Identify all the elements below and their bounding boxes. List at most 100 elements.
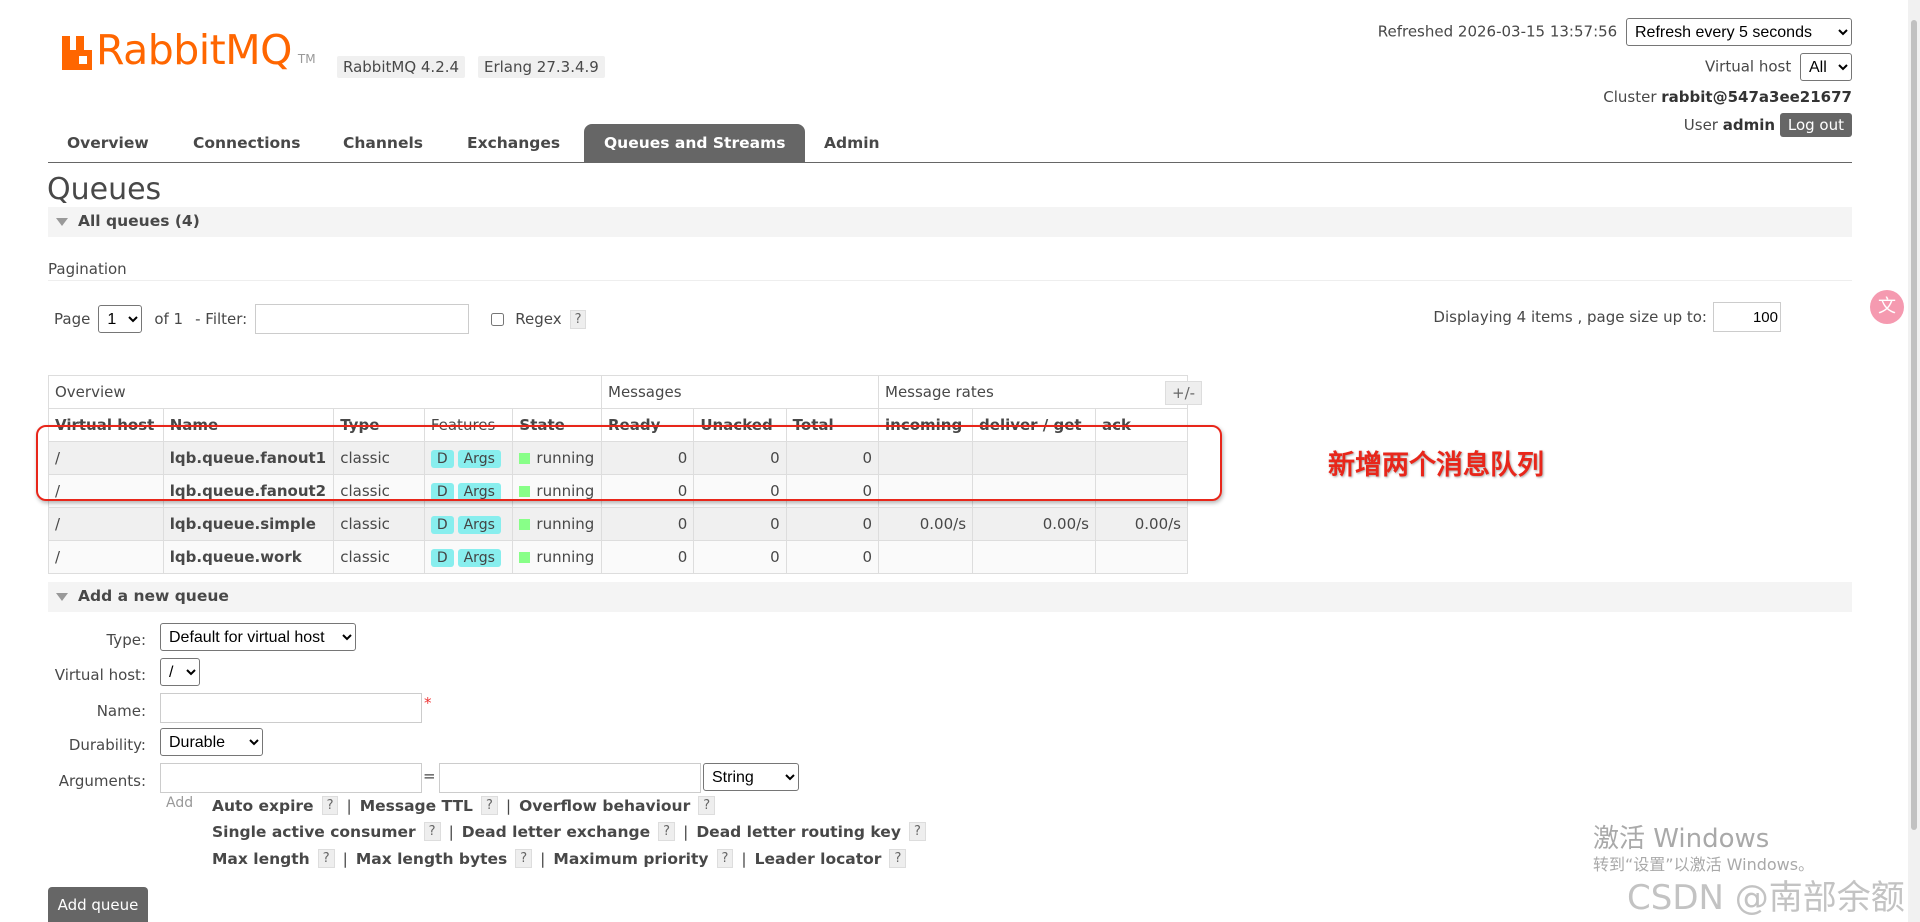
cell-deliver: 0.00/s bbox=[972, 507, 1096, 541]
add-queue-button[interactable]: Add queue bbox=[48, 887, 148, 922]
help-icon[interactable]: ? bbox=[321, 796, 339, 815]
cell-vhost: / bbox=[48, 507, 164, 541]
group-header-messages: Messages bbox=[601, 375, 879, 409]
help-icon[interactable]: ? bbox=[317, 849, 335, 868]
cell-features: D Args bbox=[423, 507, 514, 541]
page-select[interactable]: 1 bbox=[98, 305, 143, 333]
pagination-controls: Page 1 of 1 - Filter: Regex ? bbox=[54, 304, 587, 334]
argument-key-input[interactable] bbox=[160, 763, 422, 793]
separator: | bbox=[540, 849, 546, 868]
help-icon[interactable]: ? bbox=[889, 849, 907, 868]
help-icon[interactable]: ? bbox=[908, 822, 926, 841]
argument-shortcuts-row1: Auto expire? | Message TTL? | Overflow beh… bbox=[212, 796, 716, 815]
argument-type-select[interactable]: String bbox=[703, 763, 799, 791]
cell-type: classic bbox=[333, 507, 425, 541]
columns-toggle-button[interactable]: +/- bbox=[1165, 381, 1203, 405]
tab-overview[interactable]: Overview bbox=[67, 124, 149, 162]
cell-incoming: 0.00/s bbox=[877, 507, 974, 541]
translate-icon[interactable]: 文 bbox=[1870, 290, 1904, 324]
queue-vhost-select[interactable]: / bbox=[160, 658, 200, 686]
page-size-input[interactable] bbox=[1713, 302, 1781, 332]
cell-incoming bbox=[877, 540, 974, 574]
help-icon[interactable]: ? bbox=[480, 796, 498, 815]
queue-type-select[interactable]: Default for virtual host bbox=[160, 623, 356, 651]
arg-leader-locator-link[interactable]: Leader locator bbox=[755, 850, 882, 868]
page-label: Page bbox=[54, 310, 91, 328]
args-badge: Args bbox=[457, 549, 501, 567]
cluster-row: Cluster rabbit@547a3ee21677 bbox=[1603, 88, 1852, 106]
tab-admin[interactable]: Admin bbox=[824, 124, 880, 162]
cell-ack: 0.00/s bbox=[1095, 507, 1188, 541]
virtual-host-select[interactable]: All bbox=[1800, 53, 1852, 81]
arg-dead-letter-routing-key-link[interactable]: Dead letter routing key bbox=[696, 823, 901, 841]
arg-max-length-bytes-link[interactable]: Max length bytes bbox=[356, 850, 507, 868]
separator: | bbox=[342, 849, 348, 868]
arg-overflow-behaviour-link[interactable]: Overflow behaviour bbox=[519, 797, 690, 815]
required-marker: * bbox=[424, 694, 432, 712]
vhost-row: Virtual host All bbox=[1705, 53, 1852, 81]
cell-unacked: 0 bbox=[693, 507, 787, 541]
durable-badge: D bbox=[430, 549, 454, 567]
separator: | bbox=[346, 796, 352, 815]
tab-exchanges[interactable]: Exchanges bbox=[467, 124, 560, 162]
help-icon[interactable]: ? bbox=[658, 822, 676, 841]
arg-maximum-priority-link[interactable]: Maximum priority bbox=[553, 850, 708, 868]
vertical-scrollbar[interactable] bbox=[1908, 0, 1920, 922]
cell-state: running bbox=[512, 507, 602, 541]
cell-unacked: 0 bbox=[693, 540, 787, 574]
arg-message-ttl-link[interactable]: Message TTL bbox=[360, 797, 473, 815]
vhost-field-label: Virtual host: bbox=[54, 666, 146, 684]
help-icon[interactable]: ? bbox=[515, 849, 533, 868]
annotation-text: 新增两个消息队列 bbox=[1328, 450, 1544, 481]
running-status-icon bbox=[519, 519, 531, 530]
refresh-interval-select[interactable]: Refresh every 5 seconds bbox=[1626, 18, 1852, 46]
separator: | bbox=[741, 849, 747, 868]
arg-max-length-link[interactable]: Max length bbox=[212, 850, 310, 868]
help-icon[interactable]: ? bbox=[716, 849, 734, 868]
separator: | bbox=[448, 822, 454, 841]
cell-vhost: / bbox=[48, 540, 164, 574]
cell-features: D Args bbox=[423, 540, 514, 574]
cell-type: classic bbox=[333, 540, 425, 574]
help-icon[interactable]: ? bbox=[698, 796, 716, 815]
argument-value-input[interactable] bbox=[439, 763, 701, 793]
cell-state: running bbox=[512, 540, 602, 574]
help-icon[interactable]: ? bbox=[423, 822, 441, 841]
queue-name-link[interactable]: lqb.queue.work bbox=[162, 540, 335, 574]
regex-checkbox[interactable] bbox=[491, 312, 505, 326]
annotation-highlight-box bbox=[36, 425, 1222, 501]
separator: | bbox=[683, 822, 689, 841]
arg-dead-letter-exchange-link[interactable]: Dead letter exchange bbox=[462, 823, 650, 841]
pagination-divider bbox=[48, 280, 1852, 281]
type-label: Type: bbox=[106, 631, 146, 649]
queue-name-link[interactable]: lqb.queue.simple bbox=[162, 507, 335, 541]
cluster-label: Cluster bbox=[1603, 88, 1657, 106]
add-label: Add bbox=[166, 795, 194, 811]
separator: | bbox=[505, 796, 512, 815]
filter-label: - Filter: bbox=[195, 310, 248, 328]
main-nav-tabs: Overview Connections Channels Exchanges … bbox=[48, 124, 1852, 163]
arguments-label: Arguments: bbox=[58, 772, 146, 790]
add-queue-label: Add a new queue bbox=[78, 587, 229, 605]
filter-input[interactable] bbox=[255, 304, 470, 334]
queue-name-input[interactable] bbox=[160, 693, 422, 723]
cell-ready: 0 bbox=[600, 540, 695, 574]
args-badge: Args bbox=[457, 516, 501, 534]
regex-help-icon[interactable]: ? bbox=[569, 309, 587, 329]
tab-queues-and-streams[interactable]: Queues and Streams bbox=[584, 124, 806, 162]
tab-connections[interactable]: Connections bbox=[193, 124, 300, 162]
all-queues-section-toggle[interactable]: All queues (4) bbox=[48, 207, 1852, 237]
arg-single-active-consumer-link[interactable]: Single active consumer bbox=[212, 823, 416, 841]
add-queue-section-toggle[interactable]: Add a new queue bbox=[48, 582, 1852, 612]
logo-text: RabbitMQ bbox=[96, 26, 292, 74]
erlang-version-badge: Erlang 27.3.4.9 bbox=[478, 56, 605, 78]
scrollbar-thumb[interactable] bbox=[1911, 20, 1917, 830]
durable-badge: D bbox=[430, 516, 454, 534]
arg-auto-expire-link[interactable]: Auto expire bbox=[212, 797, 314, 815]
rabbitmq-version-badge: RabbitMQ 4.2.4 bbox=[337, 56, 466, 78]
windows-activation-title: 激活 Windows bbox=[1593, 824, 1770, 854]
equals-sign: = bbox=[423, 767, 436, 785]
group-header-message-rates: Message rates bbox=[878, 375, 1188, 409]
tab-channels[interactable]: Channels bbox=[343, 124, 423, 162]
durability-select[interactable]: Durable bbox=[160, 728, 263, 756]
